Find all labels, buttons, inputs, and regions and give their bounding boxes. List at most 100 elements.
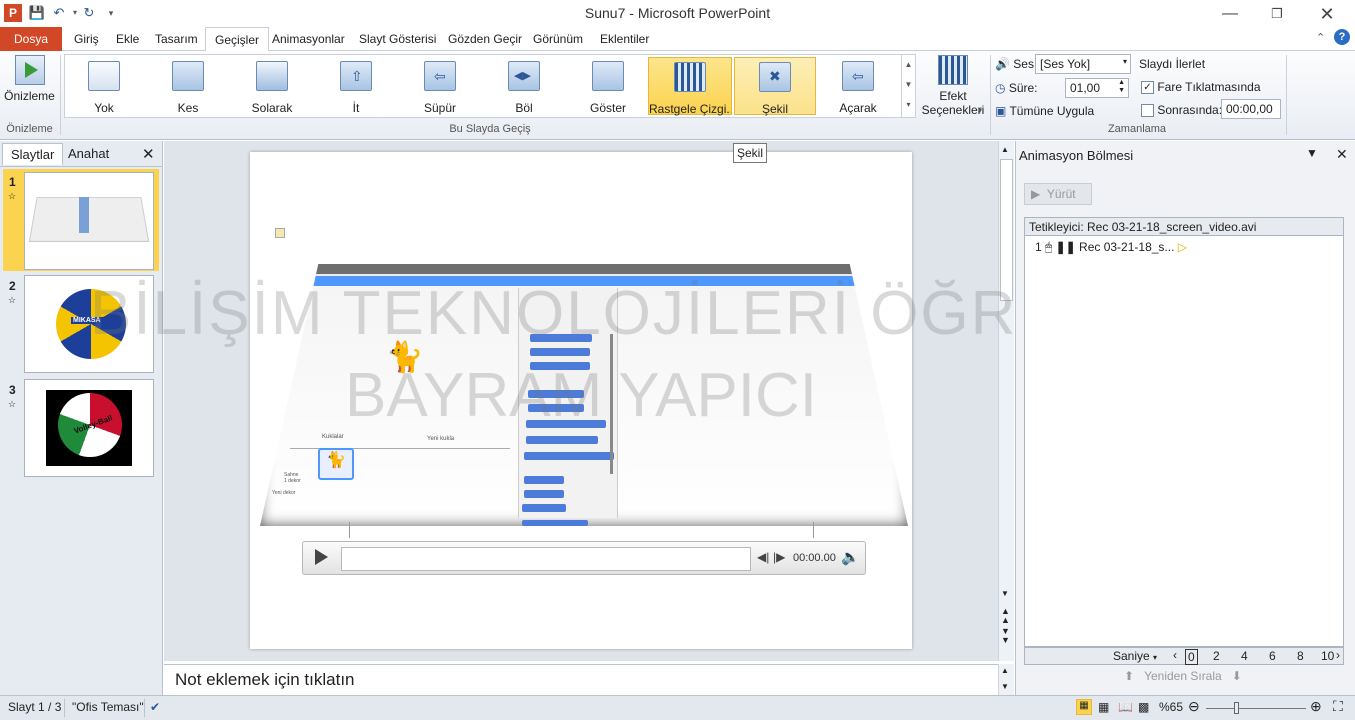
- timeline-left-icon[interactable]: ‹: [1173, 648, 1177, 662]
- slide-sorter-icon[interactable]: ▦: [1098, 700, 1109, 714]
- close-pane-icon[interactable]: ✕: [1336, 146, 1348, 163]
- tick-label: 0: [1185, 649, 1198, 665]
- play-icon: ▶: [1031, 187, 1041, 201]
- sprite-thumbnail: 🐈: [318, 448, 354, 480]
- tick-label: 10: [1321, 649, 1335, 663]
- transition-reveal[interactable]: Göster: [568, 57, 648, 115]
- checked-icon: ✓: [1141, 81, 1154, 95]
- animation-star-icon: ☆: [8, 191, 17, 201]
- normal-view-icon[interactable]: ▦: [1076, 699, 1092, 715]
- tab-addins[interactable]: Eklentiler: [591, 27, 658, 51]
- transition-shape[interactable]: ✖ Şekil: [734, 57, 816, 116]
- shape-icon: ✖: [759, 62, 791, 92]
- transitions-group-label: Bu Slayda Geçiş: [449, 123, 531, 135]
- tab-slides[interactable]: Slaytlar: [2, 143, 64, 165]
- transition-wipe[interactable]: ⇦ Süpür: [400, 57, 480, 115]
- status-bar: Slayt 1 / 3 "Ofis Teması" ✔ ▦ ▦ 📖 ▩ %65 …: [0, 695, 1355, 720]
- tab-animations[interactable]: Animasyonlar: [263, 27, 354, 51]
- duration-input[interactable]: 01,00 ▲ ▼: [1065, 78, 1129, 98]
- player-time: 00:00.00: [793, 552, 836, 564]
- skip-back-icon[interactable]: ◀|: [757, 550, 769, 564]
- slide-thumbnail-1[interactable]: [24, 172, 154, 270]
- minimize-button[interactable]: —: [1208, 2, 1252, 26]
- help-icon[interactable]: ?: [1334, 29, 1350, 45]
- after-time-input[interactable]: 00:00,00: [1221, 99, 1281, 119]
- wipe-left-icon: ⇦: [424, 61, 456, 91]
- timeline-right-icon[interactable]: ›: [1336, 648, 1340, 662]
- theme-name[interactable]: "Ofis Teması": [72, 700, 144, 714]
- sound-icon: 🔊: [995, 57, 1010, 71]
- sound-dropdown-icon: ▾: [1122, 57, 1127, 66]
- progress-bar[interactable]: [341, 547, 751, 571]
- sound-select[interactable]: [Ses Yok] ▾: [1035, 54, 1131, 74]
- window-title: Sunu7 - Microsoft PowerPoint: [584, 5, 771, 21]
- ribbon-tabs: Dosya Giriş Ekle Tasarım Geçişler Animas…: [0, 27, 1355, 52]
- notes-scrollbar[interactable]: ▲ ▼: [998, 664, 1014, 695]
- slide-canvas[interactable]: 🐈 Kuklalar Yeni kukla 🐈 Sahne 1 dekor Ye…: [90, 152, 1262, 649]
- trigger-header[interactable]: Tetikleyici: Rec 03-21-18_screen_video.a…: [1025, 218, 1343, 236]
- on-click-checkbox[interactable]: ✓ Fare Tıklatmasında: [1141, 80, 1261, 95]
- apply-all-button[interactable]: ▣ Tümüne Uygula: [995, 104, 1094, 118]
- transition-cut[interactable]: Kes: [148, 57, 228, 115]
- zoom-level[interactable]: %65: [1159, 700, 1183, 714]
- gallery-scroll[interactable]: ▲ ▼ ▾: [901, 55, 915, 117]
- tab-file[interactable]: Dosya: [0, 27, 62, 51]
- animation-star-icon: ☆: [8, 295, 17, 305]
- close-button[interactable]: ✕: [1305, 2, 1349, 26]
- tab-slideshow[interactable]: Slayt Gösterisi: [350, 27, 445, 51]
- transition-random-bars[interactable]: Rastgele Çizgi...: [648, 57, 732, 116]
- zoom-slider-thumb[interactable]: [1234, 702, 1239, 714]
- tick-label: 6: [1269, 649, 1276, 663]
- restore-button[interactable]: ❐: [1255, 2, 1299, 26]
- zoom-slider[interactable]: [1206, 708, 1306, 709]
- tab-transitions[interactable]: Geçişler: [205, 27, 270, 52]
- zoom-in-icon[interactable]: ⊕: [1310, 698, 1322, 715]
- tab-home[interactable]: Giriş: [65, 27, 108, 51]
- timeline-triangle-icon: ▷: [1177, 240, 1187, 254]
- tick-label: 2: [1213, 649, 1220, 663]
- seconds-dropdown[interactable]: Saniye ▾: [1113, 649, 1157, 663]
- slides-pane: Slaytlar Anahat ✕ 1 ☆ 2 ☆ MIKASA 3 ☆ Vol…: [0, 141, 163, 695]
- minimize-ribbon-icon[interactable]: ⌃: [1316, 31, 1325, 44]
- random-bars-icon: [674, 62, 706, 92]
- slide-thumbnail-3[interactable]: Volley-Ball: [24, 379, 154, 477]
- transition-none-icon: [88, 61, 120, 91]
- preview-button[interactable]: Önizleme: [2, 53, 57, 113]
- effect-options-dropdown-icon[interactable]: ▾: [978, 106, 982, 115]
- next-slide-icon: ▼ ▼: [1001, 626, 1010, 645]
- tab-design[interactable]: Tasarım: [146, 27, 207, 51]
- close-pane-icon[interactable]: ✕: [142, 145, 155, 163]
- play-button[interactable]: ▶ Yürüt: [1024, 183, 1092, 205]
- slide-number: 2: [9, 279, 16, 293]
- notes-area[interactable]: Not eklemek için tıklatın: [164, 664, 998, 695]
- tab-outline[interactable]: Anahat: [60, 143, 117, 165]
- watermark-line-1: BİLİŞİM TEKNOLOJİLERİ ÖĞRETMENİ: [90, 279, 1264, 348]
- slideshow-icon[interactable]: ▩: [1138, 700, 1149, 714]
- tab-view[interactable]: Görünüm: [524, 27, 592, 51]
- volume-icon[interactable]: 🔈: [841, 548, 860, 566]
- fit-to-window-icon[interactable]: ⛶: [1333, 698, 1343, 715]
- transition-push[interactable]: ⇧ İt: [316, 57, 396, 115]
- mouse-click-icon: 🖱: [1045, 240, 1053, 254]
- pane-options-icon[interactable]: ▼: [1306, 146, 1318, 160]
- transition-uncover[interactable]: ⇦ Açarak: [818, 57, 898, 115]
- uncover-icon: ⇦: [842, 61, 874, 91]
- transition-fade[interactable]: Solarak: [232, 57, 312, 115]
- timeline-bar: Saniye ▾ ‹ 0 2 4 6 8 10 ›: [1024, 647, 1344, 665]
- tab-review[interactable]: Gözden Geçir: [439, 27, 531, 51]
- trigger-icon[interactable]: [275, 228, 285, 238]
- spellcheck-icon[interactable]: ✔: [150, 700, 160, 714]
- transition-split[interactable]: ◀▶ Böl: [484, 57, 564, 115]
- editor-scrollbar[interactable]: ▲ ▼ ▲ ▲ ▼ ▼: [998, 141, 1014, 661]
- preview-icon: [14, 55, 45, 85]
- skip-forward-icon[interactable]: |▶: [773, 550, 785, 564]
- reorder-control[interactable]: ⬆ Yeniden Sırala ⬇: [1124, 669, 1242, 683]
- zoom-out-icon[interactable]: ⊖: [1188, 698, 1200, 715]
- after-checkbox[interactable]: Sonrasında:: [1141, 103, 1222, 118]
- animation-item[interactable]: 1 🖱 ❚❚ Rec 03-21-18_s... ▷: [1035, 240, 1187, 255]
- tab-insert[interactable]: Ekle: [107, 27, 148, 51]
- transition-none[interactable]: Yok: [64, 57, 144, 115]
- reading-view-icon[interactable]: 📖: [1118, 700, 1133, 714]
- play-icon[interactable]: [315, 549, 328, 565]
- pause-icon: ❚❚: [1055, 240, 1076, 254]
